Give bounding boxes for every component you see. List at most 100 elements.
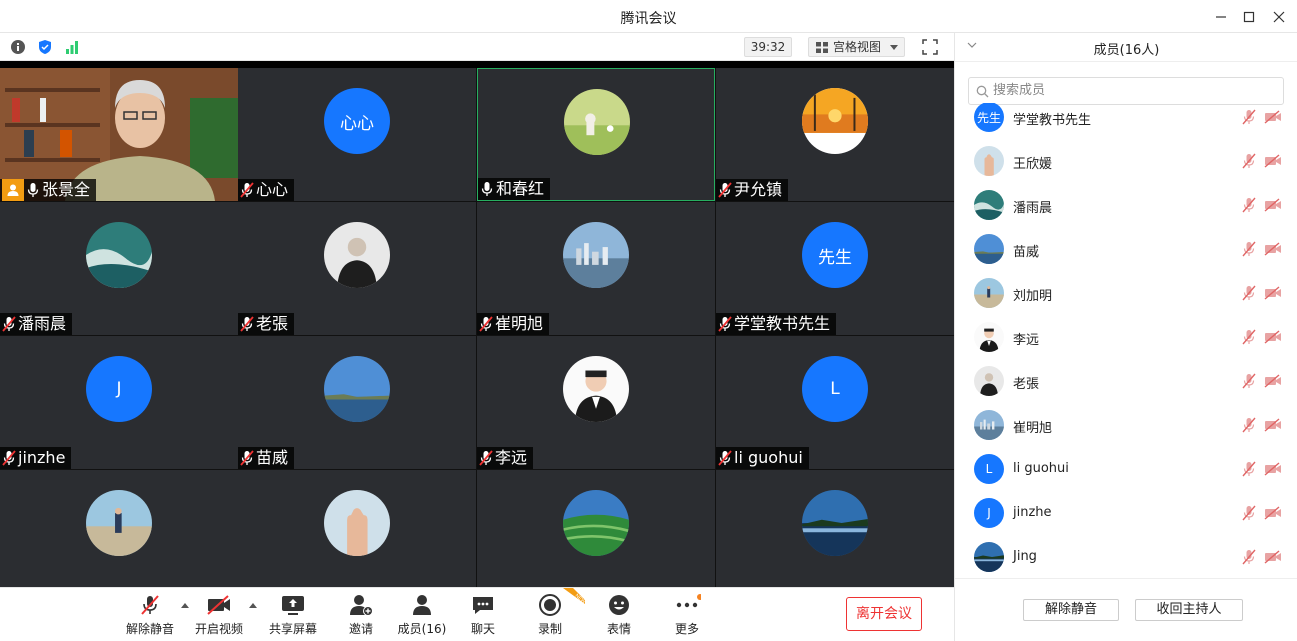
video-tile[interactable]: Lli guohui bbox=[716, 336, 954, 469]
unmute-all-button[interactable]: 解除静音 bbox=[1023, 599, 1119, 621]
window-title: 腾讯会议 bbox=[620, 11, 677, 27]
info-icon[interactable] bbox=[8, 37, 28, 57]
fullscreen-button[interactable] bbox=[920, 37, 940, 57]
member-list-item[interactable]: Jjinzhe bbox=[955, 491, 1297, 535]
video-off-icon[interactable] bbox=[1264, 330, 1282, 348]
video-off-icon[interactable] bbox=[1264, 506, 1282, 524]
video-tile[interactable]: 和春红 bbox=[477, 68, 715, 201]
mic-muted-icon[interactable] bbox=[1242, 373, 1256, 393]
mic-muted-icon bbox=[2, 450, 16, 466]
members-button[interactable]: 成员(16) bbox=[392, 592, 452, 638]
search-icon bbox=[976, 85, 989, 98]
close-button[interactable] bbox=[1268, 6, 1290, 28]
participant-avatar bbox=[324, 356, 390, 422]
member-list-item[interactable]: 先生 学堂教书先生 bbox=[955, 103, 1297, 139]
mic-muted-icon[interactable] bbox=[1242, 285, 1256, 305]
share-screen-icon bbox=[282, 596, 304, 615]
video-tile[interactable]: 李远 bbox=[477, 336, 715, 469]
mic-muted-icon bbox=[240, 450, 254, 466]
video-tile[interactable]: Jjinzhe bbox=[0, 336, 238, 469]
mic-muted-icon[interactable] bbox=[1242, 109, 1256, 129]
invite-button[interactable]: 邀请 bbox=[331, 592, 391, 638]
mic-icon bbox=[26, 182, 40, 198]
member-name: jinzhe bbox=[1013, 505, 1052, 520]
video-tile[interactable]: 苗威 bbox=[238, 336, 476, 469]
mic-muted-icon bbox=[479, 316, 493, 332]
video-tile[interactable] bbox=[716, 470, 954, 587]
video-off-icon bbox=[207, 595, 230, 615]
member-avatar bbox=[974, 278, 1004, 308]
video-tile[interactable] bbox=[0, 470, 238, 587]
meeting-toolbar: 39:32 宫格视图 bbox=[0, 33, 954, 61]
share-screen-button[interactable]: 共享屏幕 bbox=[263, 592, 323, 638]
video-off-icon[interactable] bbox=[1264, 462, 1282, 480]
view-mode-dropdown[interactable]: 宫格视图 bbox=[808, 37, 905, 57]
emoji-label: 表情 bbox=[606, 622, 631, 636]
mic-muted-icon bbox=[2, 316, 16, 332]
video-tile[interactable]: 尹允镇 bbox=[716, 68, 954, 201]
shield-icon[interactable] bbox=[35, 37, 55, 57]
members-label: 成员(16) bbox=[397, 622, 447, 636]
member-name: li guohui bbox=[1013, 461, 1069, 476]
mic-muted-icon[interactable] bbox=[1242, 549, 1256, 569]
video-tile[interactable]: 先生 学堂教书先生 bbox=[716, 202, 954, 335]
member-list: 先生 学堂教书先生 王欣媛 潘雨晨 苗威 刘加明 李远老張崔明旭 Lli guohui Jjin… bbox=[955, 103, 1297, 578]
participant-name: 和春红 bbox=[496, 179, 545, 198]
emoji-button[interactable]: 表情 bbox=[589, 592, 649, 638]
member-list-item[interactable]: 崔明旭 bbox=[955, 403, 1297, 447]
participant-avatar bbox=[564, 89, 630, 155]
participant-name: jinzhe bbox=[18, 448, 66, 467]
video-off-icon[interactable] bbox=[1264, 286, 1282, 304]
reclaim-host-button[interactable]: 收回主持人 bbox=[1135, 599, 1243, 621]
video-off-icon[interactable] bbox=[1264, 154, 1282, 172]
member-list-item[interactable]: 潘雨晨 bbox=[955, 183, 1297, 227]
video-tile[interactable]: 张景全 bbox=[0, 68, 238, 201]
unmute-label: 解除静音 bbox=[125, 622, 174, 636]
video-tile[interactable]: 潘雨晨 bbox=[0, 202, 238, 335]
video-tile[interactable] bbox=[477, 470, 715, 587]
video-tile[interactable]: 老張 bbox=[238, 202, 476, 335]
member-list-item[interactable]: Lli guohui bbox=[955, 447, 1297, 491]
video-tile[interactable]: 心心 心心 bbox=[238, 68, 476, 201]
member-list-item[interactable]: 老張 bbox=[955, 359, 1297, 403]
more-button[interactable]: 更多 bbox=[657, 592, 717, 638]
participant-avatar bbox=[324, 490, 390, 556]
video-off-icon[interactable] bbox=[1264, 418, 1282, 436]
video-tile[interactable]: 崔明旭 bbox=[477, 202, 715, 335]
member-avatar: 先生 bbox=[974, 103, 1004, 132]
mic-muted-icon[interactable] bbox=[1242, 461, 1256, 481]
video-off-icon[interactable] bbox=[1264, 110, 1282, 128]
unmute-button[interactable]: 解除静音 bbox=[120, 592, 180, 638]
video-off-icon[interactable] bbox=[1264, 198, 1282, 216]
member-list-item[interactable]: 王欣媛 bbox=[955, 139, 1297, 183]
audio-options-caret[interactable] bbox=[181, 603, 189, 608]
chat-button[interactable]: 聊天 bbox=[453, 592, 513, 638]
maximize-button[interactable] bbox=[1238, 6, 1260, 28]
leave-meeting-button[interactable]: 离开会议 bbox=[846, 597, 922, 631]
video-off-icon[interactable] bbox=[1264, 550, 1282, 568]
member-list-item[interactable]: Jing bbox=[955, 535, 1297, 578]
mic-muted-icon[interactable] bbox=[1242, 197, 1256, 217]
video-off-icon[interactable] bbox=[1264, 374, 1282, 392]
mic-muted-icon[interactable] bbox=[1242, 329, 1256, 349]
mic-muted-icon[interactable] bbox=[1242, 153, 1256, 173]
participant-name: 李远 bbox=[495, 448, 528, 467]
start-video-button[interactable]: 开启视频 bbox=[189, 592, 249, 638]
member-list-item[interactable]: 苗威 bbox=[955, 227, 1297, 271]
mic-muted-icon bbox=[718, 182, 732, 198]
mic-muted-icon[interactable] bbox=[1242, 241, 1256, 261]
participant-name: 崔明旭 bbox=[495, 314, 544, 333]
video-options-caret[interactable] bbox=[249, 603, 257, 608]
member-list-item[interactable]: 李远 bbox=[955, 315, 1297, 359]
video-tile[interactable] bbox=[238, 470, 476, 587]
member-list-item[interactable]: 刘加明 bbox=[955, 271, 1297, 315]
member-name: 老張 bbox=[1013, 377, 1040, 392]
mic-muted-icon[interactable] bbox=[1242, 505, 1256, 525]
invite-label: 邀请 bbox=[348, 622, 373, 636]
minimize-button[interactable] bbox=[1210, 6, 1232, 28]
member-search-input[interactable]: 搜索成员 bbox=[968, 77, 1284, 105]
mic-muted-icon[interactable] bbox=[1242, 417, 1256, 437]
participant-name-tag: 尹允镇 bbox=[716, 179, 789, 201]
video-off-icon[interactable] bbox=[1264, 242, 1282, 260]
signal-icon[interactable] bbox=[62, 37, 82, 57]
